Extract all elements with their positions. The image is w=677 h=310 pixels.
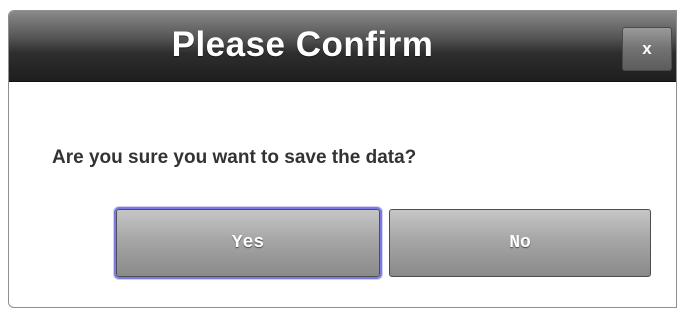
confirm-dialog: Please Confirm x Are you sure you want t…: [8, 10, 677, 308]
yes-button[interactable]: Yes: [114, 207, 382, 279]
close-button[interactable]: x: [622, 27, 672, 71]
dialog-message: Are you sure you want to save the data?: [52, 147, 417, 168]
no-button[interactable]: No: [389, 209, 651, 277]
dialog-title: Please Confirm: [171, 25, 434, 64]
close-icon: x: [642, 39, 652, 58]
dialog-titlebar: Please Confirm x: [9, 11, 676, 82]
